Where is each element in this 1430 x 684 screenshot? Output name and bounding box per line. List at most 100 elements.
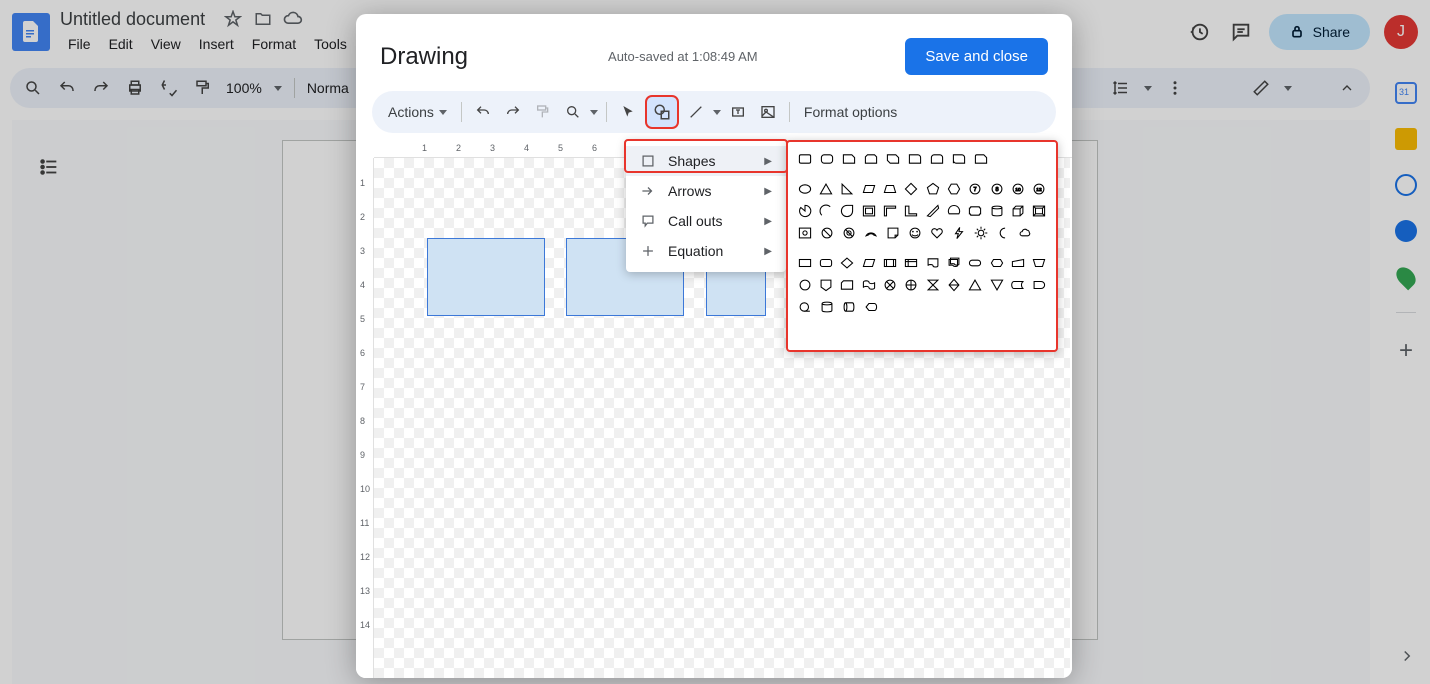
flow-display[interactable] xyxy=(862,298,880,316)
flow-junction[interactable] xyxy=(881,276,898,294)
shape-half-frame[interactable] xyxy=(881,202,898,220)
shape-moon[interactable] xyxy=(994,224,1012,242)
shape-diamond[interactable] xyxy=(903,180,920,198)
shape-trapezoid[interactable] xyxy=(881,180,898,198)
shape-parallelogram[interactable] xyxy=(860,180,877,198)
save-and-close-button[interactable]: Save and close xyxy=(905,38,1048,75)
shape-pie[interactable] xyxy=(796,202,813,220)
shape-block-arc[interactable] xyxy=(840,224,858,242)
shape-can[interactable] xyxy=(988,202,1005,220)
shape-round2-same[interactable] xyxy=(928,150,946,168)
zoom-icon[interactable] xyxy=(560,99,586,125)
shape-category-equation[interactable]: Equation▶ xyxy=(626,236,786,266)
shape-right-triangle[interactable] xyxy=(839,180,856,198)
flow-mag-disk[interactable] xyxy=(818,298,836,316)
flow-delay[interactable] xyxy=(1031,276,1048,294)
plus-icon xyxy=(640,243,656,259)
shape-round-corner[interactable] xyxy=(906,150,924,168)
paint-format-icon[interactable] xyxy=(530,99,556,125)
shape-bevel[interactable] xyxy=(1031,202,1048,220)
flow-decision[interactable] xyxy=(839,254,856,272)
shape-heart[interactable] xyxy=(928,224,946,242)
actions-menu[interactable]: Actions xyxy=(382,100,453,124)
svg-text:10: 10 xyxy=(1015,187,1021,193)
shape-category-arrows[interactable]: Arrows▶ xyxy=(626,176,786,206)
shape-dodecagon[interactable]: 12 xyxy=(1031,180,1048,198)
flow-alternate[interactable] xyxy=(817,254,834,272)
drawn-rectangle[interactable] xyxy=(427,238,545,316)
submenu-arrow-icon: ▶ xyxy=(764,246,772,257)
vertical-ruler: 1234567891011121314 xyxy=(356,158,374,678)
undo-icon[interactable] xyxy=(470,99,496,125)
shape-frame[interactable] xyxy=(860,202,877,220)
flow-tape[interactable] xyxy=(860,276,877,294)
shape-teardrop[interactable] xyxy=(839,202,856,220)
shape-category-call-outs[interactable]: Call outs▶ xyxy=(626,206,786,236)
shape-smiley[interactable] xyxy=(906,224,924,242)
svg-text:8: 8 xyxy=(995,187,998,193)
shape-arc2[interactable] xyxy=(862,224,880,242)
flow-process[interactable] xyxy=(796,254,813,272)
flow-document[interactable] xyxy=(924,254,941,272)
shape-hexagon[interactable] xyxy=(945,180,962,198)
flow-predefined[interactable] xyxy=(881,254,898,272)
shape-plaque[interactable] xyxy=(967,202,984,220)
submenu-arrow-icon: ▶ xyxy=(764,186,772,197)
flow-manual-input[interactable] xyxy=(1009,254,1026,272)
flow-direct-access[interactable] xyxy=(840,298,858,316)
shape-snip-corner[interactable] xyxy=(840,150,858,168)
image-tool-icon[interactable] xyxy=(755,99,781,125)
flow-sort[interactable] xyxy=(945,276,962,294)
shape-snip-diag[interactable] xyxy=(884,150,902,168)
flow-or[interactable] xyxy=(903,276,920,294)
shape-chord[interactable] xyxy=(945,202,962,220)
shape-heptagon[interactable]: 7 xyxy=(967,180,984,198)
shape-rectangle[interactable] xyxy=(796,150,814,168)
shape-cloud[interactable] xyxy=(1016,224,1034,242)
shape-folded-corner[interactable] xyxy=(884,224,902,242)
flow-connector[interactable] xyxy=(796,276,813,294)
shape-decagon[interactable]: 10 xyxy=(1009,180,1026,198)
shape-oval[interactable] xyxy=(796,180,813,198)
shape-diagonal-stripe[interactable] xyxy=(924,202,941,220)
shape-l-shape[interactable] xyxy=(903,202,920,220)
shape-snip2-corner[interactable] xyxy=(862,150,880,168)
shape-round-rect[interactable] xyxy=(818,150,836,168)
square-icon xyxy=(640,153,656,169)
shape-tool-highlighted[interactable] xyxy=(645,95,679,129)
flow-terminator[interactable] xyxy=(967,254,984,272)
zoom-dropdown-icon[interactable] xyxy=(590,110,598,115)
shape-donut[interactable] xyxy=(796,224,814,242)
flow-data[interactable] xyxy=(860,254,877,272)
flow-multidoc[interactable] xyxy=(945,254,962,272)
drawing-title: Drawing xyxy=(380,43,468,71)
shape-round2-diag[interactable] xyxy=(950,150,968,168)
flow-manual-op[interactable] xyxy=(1031,254,1048,272)
select-tool-icon[interactable] xyxy=(615,99,641,125)
flow-seq-storage[interactable] xyxy=(796,298,814,316)
flow-collate[interactable] xyxy=(924,276,941,294)
shape-lightning[interactable] xyxy=(950,224,968,242)
flow-card[interactable] xyxy=(839,276,856,294)
flow-merge[interactable] xyxy=(988,276,1005,294)
shape-arc[interactable] xyxy=(817,202,834,220)
textbox-tool-icon[interactable] xyxy=(725,99,751,125)
format-options[interactable]: Format options xyxy=(804,104,897,120)
redo-icon[interactable] xyxy=(500,99,526,125)
flow-extract[interactable] xyxy=(967,276,984,294)
line-dropdown-icon[interactable] xyxy=(713,110,721,115)
flow-stored[interactable] xyxy=(1009,276,1026,294)
line-tool-icon[interactable] xyxy=(683,99,709,125)
shape-cube[interactable] xyxy=(1009,202,1026,220)
shape-no-symbol[interactable] xyxy=(818,224,836,242)
shape-category-shapes[interactable]: Shapes▶ xyxy=(626,146,786,176)
flow-internal[interactable] xyxy=(903,254,920,272)
shape-sun[interactable] xyxy=(972,224,990,242)
shape-octagon[interactable]: 8 xyxy=(988,180,1005,198)
shape-pentagon[interactable] xyxy=(924,180,941,198)
shape-triangle[interactable] xyxy=(817,180,834,198)
flow-offpage[interactable] xyxy=(817,276,834,294)
shape-round-snip[interactable] xyxy=(972,150,990,168)
flow-preparation[interactable] xyxy=(988,254,1005,272)
shape-tool-icon[interactable] xyxy=(649,99,675,125)
